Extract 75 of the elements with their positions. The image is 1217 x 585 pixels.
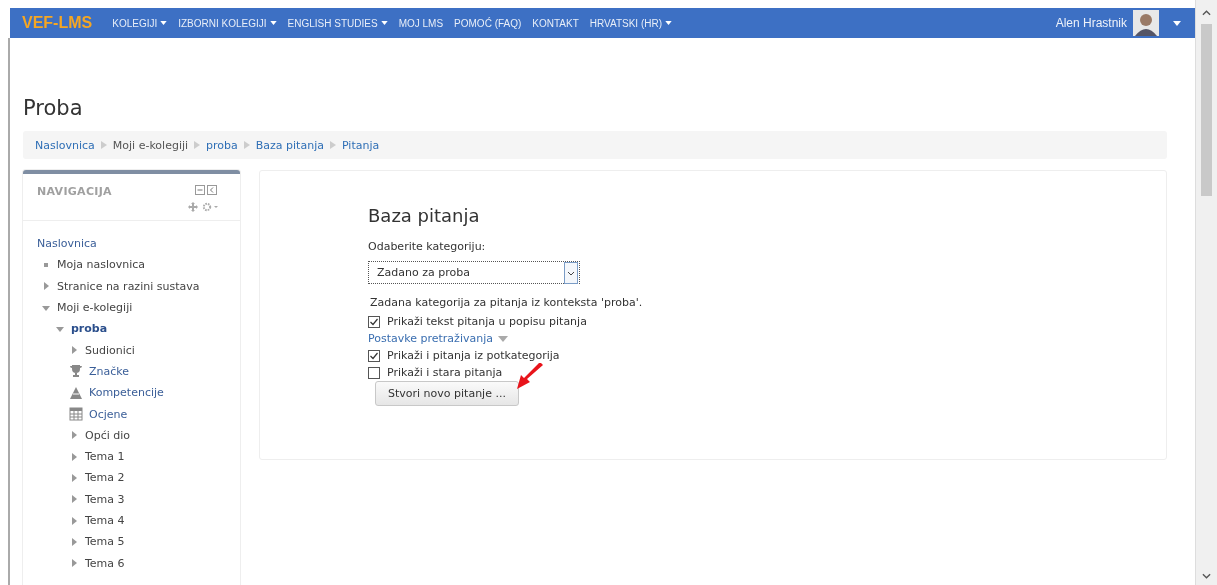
breadcrumb-link[interactable]: proba xyxy=(206,138,238,152)
navigation-link[interactable]: Opći dio xyxy=(85,428,130,442)
navigation-link[interactable]: Moja naslovnica xyxy=(57,258,146,272)
navigation-link[interactable]: Ocjene xyxy=(89,407,128,421)
separator-arrow-icon xyxy=(329,141,336,149)
scrollbar-thumb[interactable] xyxy=(1201,24,1212,196)
checkbox[interactable] xyxy=(368,349,380,362)
collapsed-arrow-icon[interactable] xyxy=(69,494,79,505)
search-settings-link[interactable]: Postavke pretraživanja xyxy=(368,330,1166,347)
caret-icon xyxy=(380,21,388,25)
category-dropdown[interactable]: Zadano za proba xyxy=(368,261,580,284)
menu-item[interactable]: HRVATSKI (HR) xyxy=(589,17,673,29)
settings-icon[interactable] xyxy=(202,202,218,212)
block-title: NAVIGACIJA xyxy=(37,185,112,198)
scrollbar[interactable] xyxy=(1195,0,1217,585)
collapsed-arrow-icon[interactable] xyxy=(69,472,79,483)
collapsed-arrow-icon[interactable] xyxy=(69,515,79,526)
create-question-button[interactable]: Stvori novo pitanje ... xyxy=(375,381,519,406)
breadcrumb-link[interactable]: Naslovnica xyxy=(35,138,95,152)
navigation-link[interactable]: Tema 3 xyxy=(85,492,125,506)
checkbox[interactable] xyxy=(368,315,380,328)
user-name[interactable]: Alen Hrastnik xyxy=(1055,16,1127,30)
navigation-link[interactable]: Tema 1 xyxy=(85,450,125,464)
scroll-up-icon[interactable] xyxy=(1202,10,1211,16)
field-label: Odaberite kategoriju: xyxy=(368,240,487,253)
navigation-link[interactable]: Stranice na razini sustava xyxy=(57,279,200,293)
checkbox[interactable] xyxy=(368,366,380,379)
navigation-link[interactable]: Kompetencije xyxy=(89,386,164,400)
collapsed-arrow-icon[interactable] xyxy=(69,430,79,441)
navigation-link[interactable]: proba xyxy=(71,322,108,336)
caret-icon xyxy=(665,21,673,25)
collapsed-arrow-icon[interactable] xyxy=(69,536,79,547)
breadcrumb-link[interactable]: Moji e-kolegiji xyxy=(112,138,189,152)
table-icon xyxy=(69,407,83,421)
collapsed-arrow-icon[interactable] xyxy=(69,558,79,569)
collapsed-arrow-icon[interactable] xyxy=(41,281,51,292)
caret-icon xyxy=(497,335,508,342)
separator-arrow-icon xyxy=(194,141,201,149)
collapsed-arrow-icon[interactable] xyxy=(69,345,79,356)
category-description: Zadana kategorija za pitanja iz konteksta 'proba'. xyxy=(370,296,644,309)
navigation-link[interactable]: Moji e-kolegiji xyxy=(57,301,133,315)
menu-item[interactable]: POMOĆ (FAQ) xyxy=(454,17,522,29)
breadcrumb-link[interactable]: Baza pitanja xyxy=(255,138,324,152)
pyramid-icon xyxy=(69,385,83,400)
navigation-link[interactable]: Sudionici xyxy=(85,343,135,357)
menu-item[interactable]: IZBORNI KOLEGIJI xyxy=(178,17,277,29)
breadcrumb-link[interactable]: Pitanja xyxy=(341,138,380,152)
avatar-icon[interactable] xyxy=(1133,10,1159,36)
menu-item[interactable]: KOLEGIJI xyxy=(112,17,168,29)
menu-item[interactable]: KONTAKT xyxy=(532,17,579,29)
checkbox-option[interactable]: Prikaži tekst pitanja u popisu pitanja xyxy=(368,313,1166,330)
page-title: Proba xyxy=(23,95,84,122)
navigation-link[interactable]: Tema 4 xyxy=(85,514,125,527)
trophy-icon xyxy=(69,364,83,379)
checkbox-option[interactable]: Prikaži i stara pitanja xyxy=(368,364,1166,381)
move-icon[interactable] xyxy=(188,202,198,212)
navigation-link[interactable]: Tema 5 xyxy=(85,535,125,549)
caret-icon xyxy=(160,21,168,25)
separator-arrow-icon xyxy=(100,141,107,149)
caret-icon xyxy=(269,21,277,25)
checkbox-option[interactable]: Prikaži i pitanja iz potkategorija xyxy=(368,347,1166,364)
dock-icon[interactable] xyxy=(207,185,217,195)
navigation-link[interactable]: Značke xyxy=(89,364,130,378)
menu-item[interactable]: ENGLISH STUDIES xyxy=(287,17,388,29)
scroll-down-icon[interactable] xyxy=(1202,573,1211,579)
pointer-arrow-icon xyxy=(514,363,545,391)
navigation-link[interactable]: Tema 2 xyxy=(85,471,125,485)
collapsed-arrow-icon[interactable] xyxy=(69,451,79,462)
section-heading: Baza pitanja xyxy=(368,205,481,226)
menu-item[interactable]: MOJ LMS xyxy=(398,17,444,29)
collapse-icon[interactable] xyxy=(195,185,205,195)
caret-icon[interactable] xyxy=(1173,20,1181,26)
separator-arrow-icon xyxy=(243,141,250,149)
navigation-link[interactable]: Tema 6 xyxy=(85,556,125,570)
navigation-link[interactable]: Naslovnica xyxy=(37,237,97,251)
